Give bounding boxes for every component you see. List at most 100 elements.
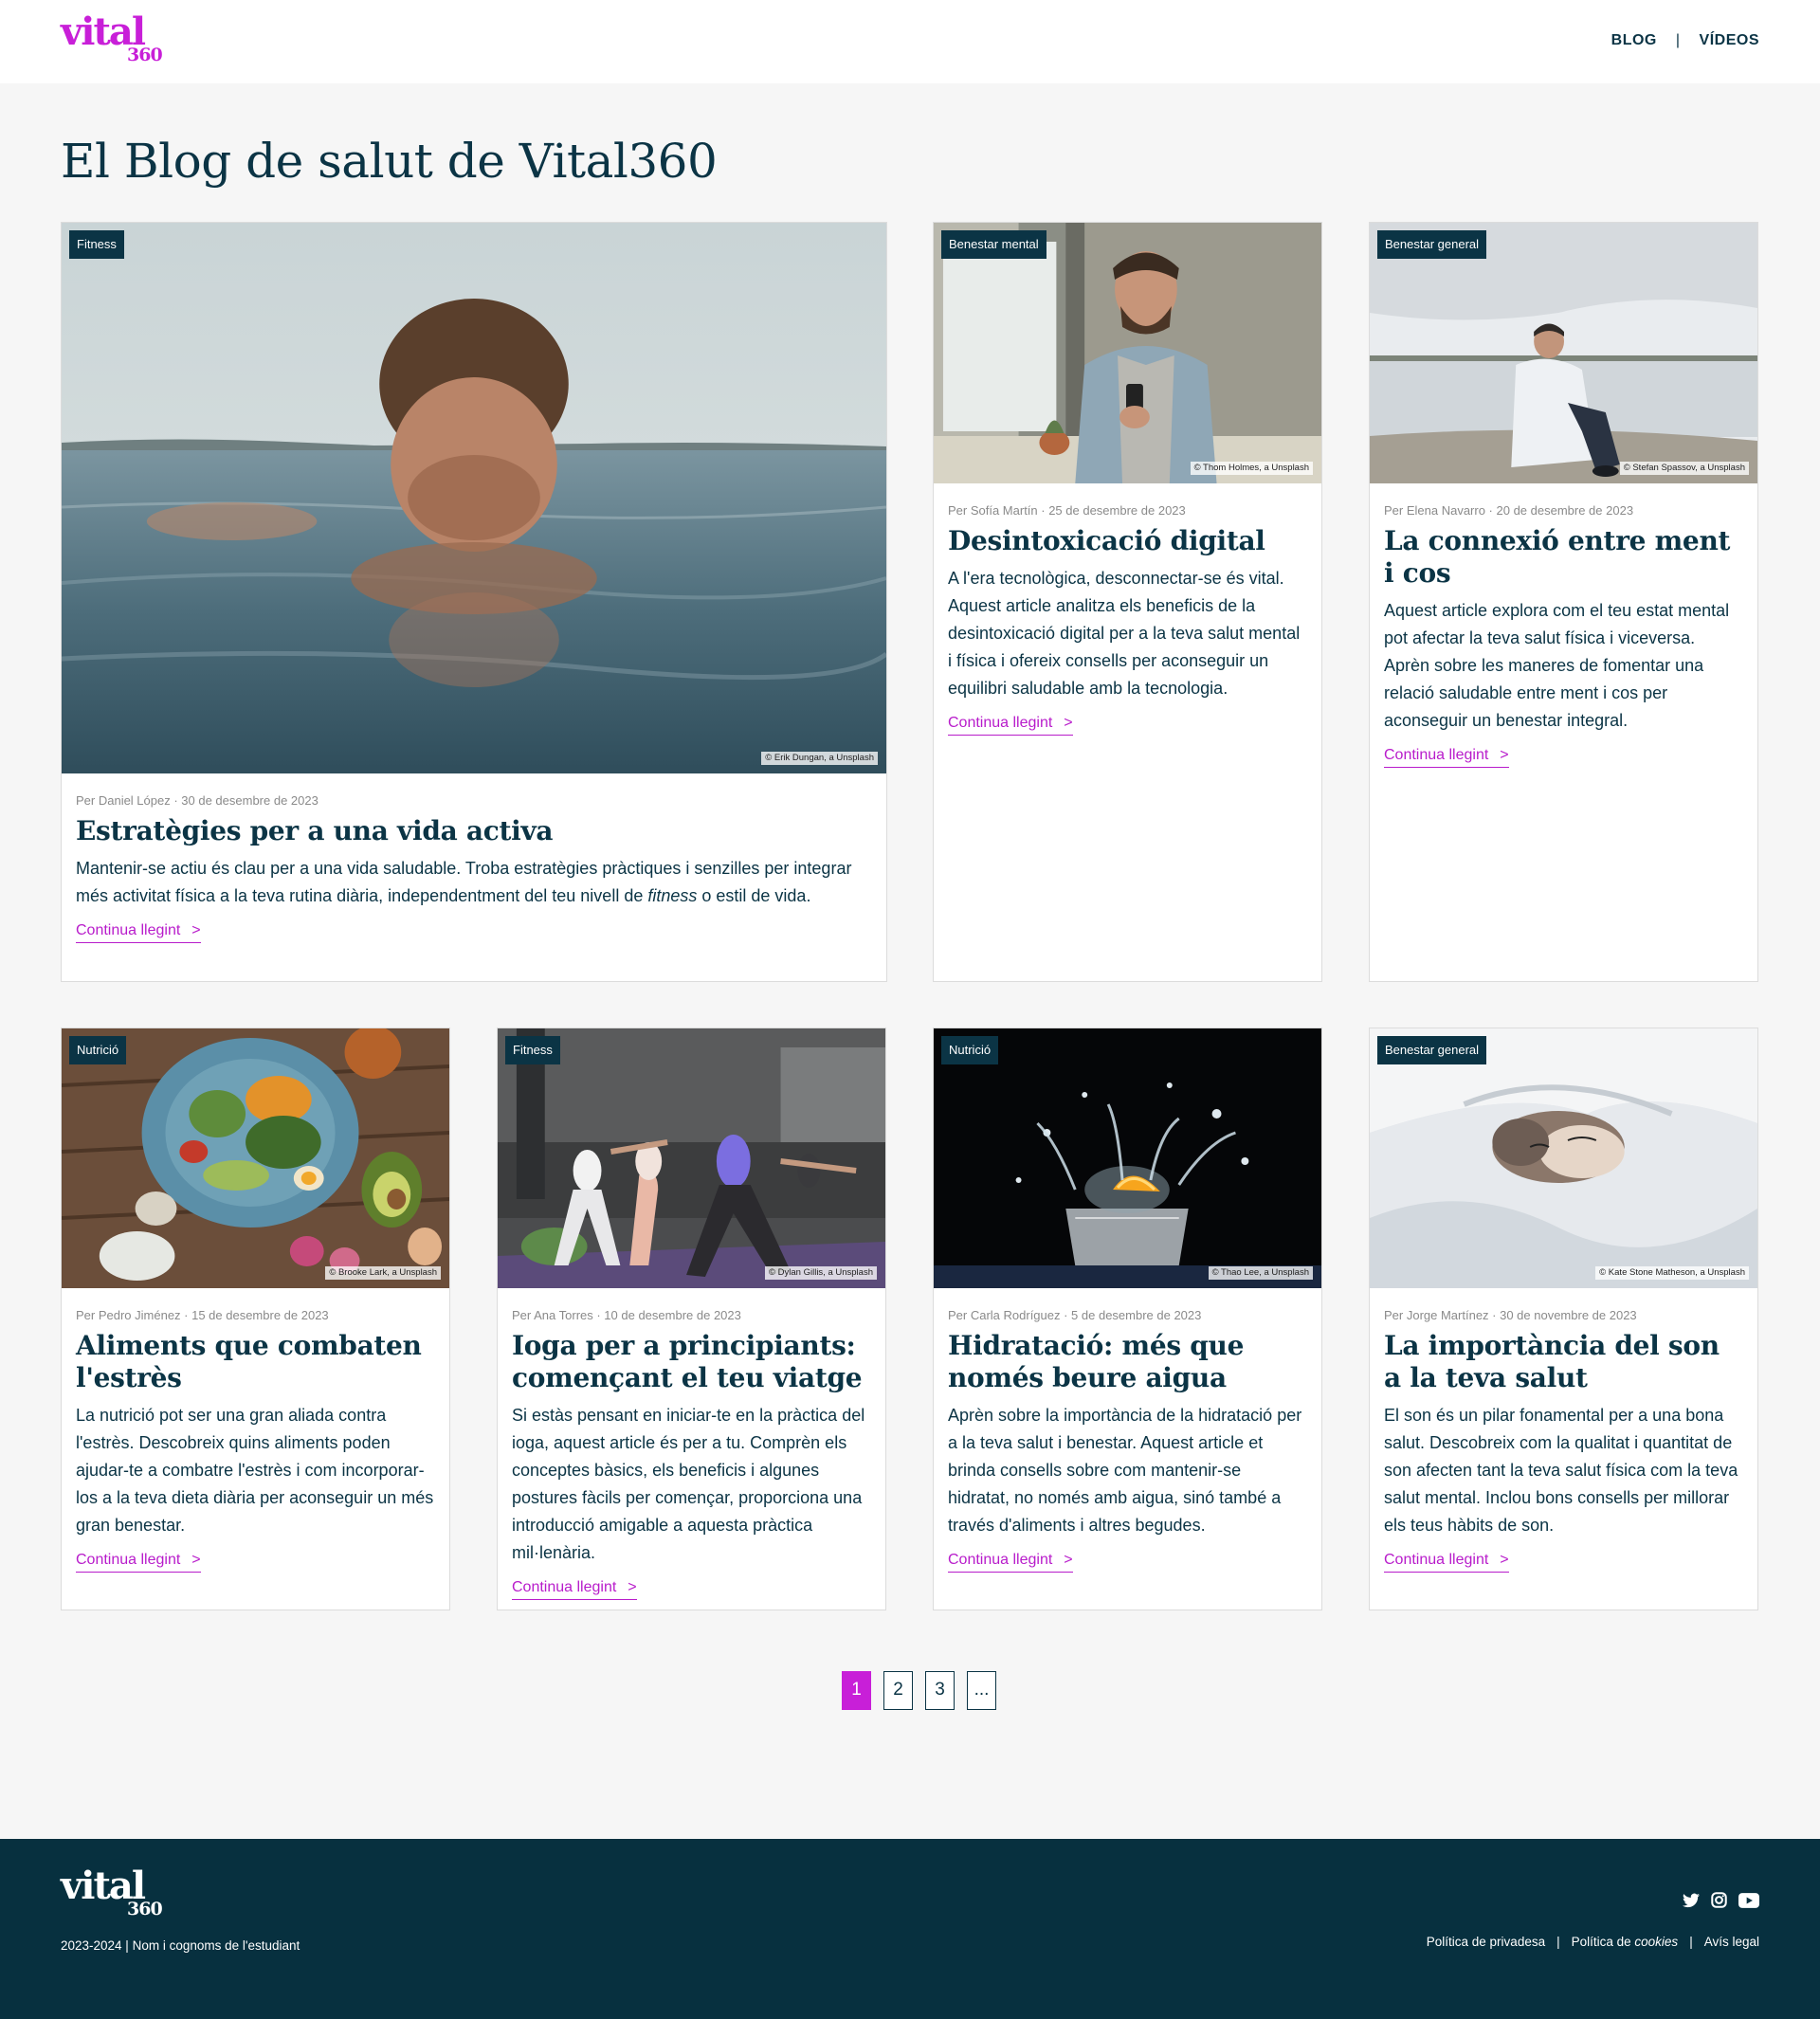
post-title[interactable]: Ioga per a principiants: començant el te…	[512, 1330, 871, 1394]
arrow-right-icon: >	[1500, 747, 1509, 763]
post-image[interactable]: Benestar general © Kate Stone Matheson, …	[1370, 1028, 1757, 1288]
post-excerpt: A l'era tecnològica, desconnectar-se és …	[948, 569, 1301, 698]
read-more-label: Continua llegint	[1384, 747, 1489, 763]
post-image[interactable]: Benestar general © Stefan Spassov, a Uns…	[1370, 223, 1757, 483]
sleeping-cat-image	[1370, 1028, 1757, 1288]
post-card[interactable]: Benestar general © Kate Stone Matheson, …	[1369, 1028, 1758, 1610]
site-logo[interactable]: vital 360	[61, 13, 165, 70]
photo-credit: © Brooke Lark, a Unsplash	[325, 1266, 441, 1280]
read-more-link[interactable]: Continua llegint >	[76, 1551, 201, 1573]
arrow-right-icon: >	[1064, 715, 1073, 731]
page-button-2[interactable]: 2	[883, 1671, 913, 1710]
arrow-right-icon: >	[1064, 1552, 1073, 1568]
cookies-policy-link[interactable]: Política de cookies	[1572, 1935, 1679, 1949]
post-image[interactable]: Nutrició © Brooke Lark, a Unsplash	[62, 1028, 449, 1288]
read-more-label: Continua llegint	[948, 1552, 1053, 1568]
post-card[interactable]: Benestar mental © Thom Holmes, a Unsplas…	[933, 222, 1322, 982]
phone-man-image	[934, 223, 1321, 483]
category-badge[interactable]: Nutrició	[69, 1036, 127, 1064]
read-more-label: Continua llegint	[1384, 1552, 1489, 1568]
nav-blog-link[interactable]: BLOG	[1611, 32, 1657, 49]
excerpt-italic: fitness	[647, 886, 698, 905]
read-more-link[interactable]: Continua llegint >	[512, 1578, 637, 1600]
post-card[interactable]: Nutrició © Brooke Lark, a Unsplash Per P…	[61, 1028, 450, 1610]
site-header: vital 360 BLOG | VÍDEOS	[0, 0, 1820, 83]
post-excerpt: La nutrició pot ser una gran aliada cont…	[76, 1406, 434, 1535]
pagination: 1 2 3 ...	[842, 1671, 996, 1710]
page-button-3[interactable]: 3	[925, 1671, 955, 1710]
legal-separator: |	[1689, 1935, 1693, 1949]
read-more-link[interactable]: Continua llegint >	[1384, 1551, 1509, 1573]
post-card[interactable]: Nutrició © Thao Lee, a Unsplash Per Carl…	[933, 1028, 1322, 1610]
excerpt-text-end: o estil de vida.	[697, 886, 811, 905]
read-more-label: Continua llegint	[512, 1579, 617, 1595]
post-image[interactable]: Fitness © Dylan Gillis, a Unsplash	[498, 1028, 885, 1288]
post-title[interactable]: La importància del son a la teva salut	[1384, 1330, 1743, 1394]
read-more-link[interactable]: Continua llegint >	[76, 921, 201, 943]
read-more-link[interactable]: Continua llegint >	[948, 714, 1073, 736]
page-title: El Blog de salut de Vital360	[61, 134, 718, 189]
post-excerpt: Mantenir-se actiu és clau per a una vida…	[76, 855, 872, 910]
instagram-icon[interactable]	[1711, 1892, 1727, 1913]
post-title[interactable]: La connexió entre ment i cos	[1384, 525, 1743, 590]
main-nav: BLOG | VÍDEOS	[1611, 32, 1759, 49]
arrow-right-icon: >	[191, 1552, 201, 1568]
post-excerpt: Si estàs pensant en iniciar-te en la prà…	[512, 1406, 865, 1562]
social-links	[1683, 1892, 1759, 1913]
photo-credit: © Erik Dungan, a Unsplash	[761, 752, 878, 765]
healthy-food-image	[62, 1028, 449, 1288]
post-excerpt: Aprèn sobre la importància de la hidrata…	[948, 1406, 1302, 1535]
category-badge[interactable]: Benestar mental	[941, 230, 1046, 259]
legal-notice-link[interactable]: Avís legal	[1704, 1935, 1759, 1949]
read-more-label: Continua llegint	[948, 715, 1053, 731]
logo-number: 360	[127, 45, 163, 65]
category-badge[interactable]: Fitness	[69, 230, 124, 259]
post-meta: Per Jorge Martínez · 30 de novembre de 2…	[1384, 1308, 1637, 1322]
privacy-policy-link[interactable]: Política de privadesa	[1427, 1935, 1545, 1949]
swimmer-image	[62, 223, 886, 773]
post-title[interactable]: Hidratació: més que només beure aigua	[948, 1330, 1307, 1394]
post-excerpt: El son és un pilar fonamental per a una …	[1384, 1406, 1738, 1535]
post-meta: Per Elena Navarro · 20 de desembre de 20…	[1384, 503, 1634, 518]
post-image[interactable]: Benestar mental © Thom Holmes, a Unsplas…	[934, 223, 1321, 483]
yoga-class-image	[498, 1028, 885, 1288]
page-button-more[interactable]: ...	[967, 1671, 996, 1710]
youtube-icon[interactable]	[1738, 1892, 1759, 1913]
photo-credit: © Dylan Gillis, a Unsplash	[765, 1266, 877, 1280]
read-more-label: Continua llegint	[76, 1552, 181, 1568]
arrow-right-icon: >	[191, 922, 201, 938]
post-card[interactable]: Benestar general © Stefan Spassov, a Uns…	[1369, 222, 1758, 982]
post-image[interactable]: Nutrició © Thao Lee, a Unsplash	[934, 1028, 1321, 1288]
cookies-link-italic: cookies	[1634, 1935, 1679, 1949]
category-badge[interactable]: Nutrició	[941, 1036, 999, 1064]
post-title[interactable]: Aliments que combaten l'estrès	[76, 1330, 435, 1394]
nav-videos-link[interactable]: VÍDEOS	[1700, 32, 1759, 49]
post-card[interactable]: Fitness © Dylan Gillis, a Unsplash Per A…	[497, 1028, 886, 1610]
post-meta: Per Daniel López · 30 de desembre de 202…	[76, 793, 318, 808]
cookies-link-prefix: Política de	[1571, 1935, 1635, 1949]
logo-number: 360	[127, 1899, 163, 1919]
page-button-1[interactable]: 1	[842, 1671, 871, 1710]
nav-separator: |	[1675, 32, 1681, 48]
category-badge[interactable]: Fitness	[505, 1036, 560, 1064]
twitter-icon[interactable]	[1683, 1893, 1700, 1913]
footer-logo[interactable]: vital 360	[61, 1867, 165, 1924]
read-more-label: Continua llegint	[76, 922, 181, 938]
post-title[interactable]: Desintoxicació digital	[948, 525, 1307, 557]
photo-credit: © Stefan Spassov, a Unsplash	[1619, 462, 1749, 475]
category-badge[interactable]: Benestar general	[1377, 230, 1487, 259]
seaside-man-image	[1370, 223, 1757, 483]
post-meta: Per Ana Torres · 10 de desembre de 2023	[512, 1308, 741, 1322]
post-title[interactable]: Estratègies per a una vida activa	[76, 815, 872, 847]
water-splash-image	[934, 1028, 1321, 1288]
read-more-link[interactable]: Continua llegint >	[1384, 746, 1509, 768]
post-image[interactable]: Fitness © Erik Dungan, a Unsplash	[62, 223, 886, 773]
post-meta: Per Carla Rodríguez · 5 de desembre de 2…	[948, 1308, 1202, 1322]
arrow-right-icon: >	[628, 1579, 637, 1595]
arrow-right-icon: >	[1500, 1552, 1509, 1568]
photo-credit: © Kate Stone Matheson, a Unsplash	[1595, 1266, 1749, 1280]
featured-post-card[interactable]: Fitness © Erik Dungan, a Unsplash Per Da…	[61, 222, 887, 982]
post-meta: Per Sofía Martín · 25 de desembre de 202…	[948, 503, 1186, 518]
category-badge[interactable]: Benestar general	[1377, 1036, 1487, 1064]
read-more-link[interactable]: Continua llegint >	[948, 1551, 1073, 1573]
